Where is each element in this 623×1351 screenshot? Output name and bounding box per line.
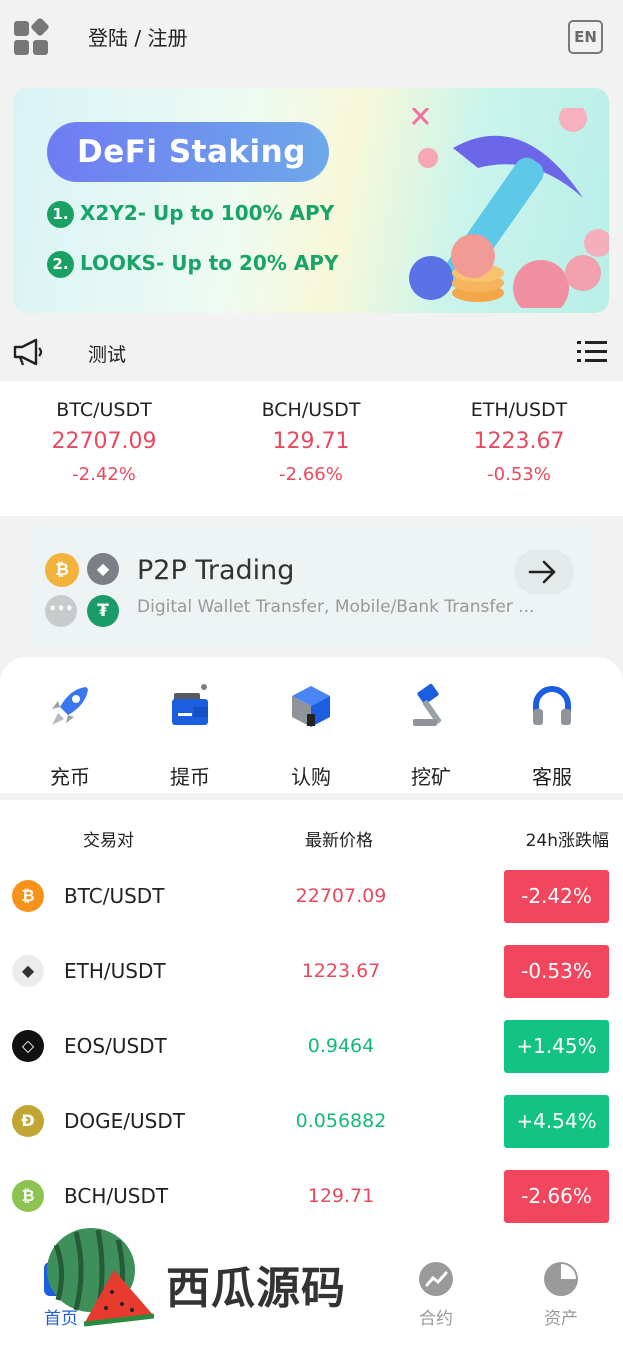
header: 登陆 / 注册 EN	[0, 0, 623, 78]
ticker-change: -2.42%	[72, 464, 136, 485]
row-pair: ETH/USDT	[64, 959, 166, 983]
pickaxe-illustration-icon	[409, 108, 609, 308]
arrow-right-icon[interactable]	[514, 550, 574, 594]
action-label: 认购	[291, 765, 331, 789]
row-price: 0.056882	[295, 1110, 387, 1132]
notice-bar[interactable]: 测试	[0, 323, 623, 381]
watermark-text: 西瓜源码	[166, 1263, 346, 1314]
login-register-link[interactable]: 登陆 / 注册	[88, 22, 187, 51]
bitcoin-coin-icon: ₿	[45, 553, 79, 587]
p2p-title: P2P Trading	[137, 555, 295, 586]
market-row[interactable]: ◇ EOS/USDT 0.9464 +1.45%	[0, 1010, 623, 1085]
headset-icon	[530, 683, 574, 729]
row-price: 129.71	[307, 1185, 375, 1207]
banner-title: DeFi Staking	[47, 122, 329, 182]
ticker-item[interactable]: ETH/USDT 1223.67 -0.53%	[415, 399, 623, 485]
action-mining[interactable]: 挖矿	[369, 683, 493, 790]
action-support[interactable]: 客服	[490, 683, 614, 790]
banner-item-1: 1. X2Y2- Up to 100% APY	[47, 201, 334, 228]
chart-icon	[419, 1262, 453, 1296]
coin-icon: ◇	[12, 1030, 44, 1062]
action-label: 充币	[50, 765, 90, 789]
ticker-change: -2.66%	[279, 464, 343, 485]
row-change-badge[interactable]: +1.45%	[504, 1020, 609, 1073]
quick-actions: 充币 提币 认购 挖矿 客服	[0, 657, 623, 793]
row-price: 0.9464	[307, 1035, 375, 1057]
p2p-subtitle: Digital Wallet Transfer, Mobile/Bank Tra…	[137, 597, 535, 617]
nav-contract[interactable]: 合约	[386, 1262, 486, 1329]
row-change-badge[interactable]: +4.54%	[504, 1095, 609, 1148]
hammer-icon	[409, 683, 453, 729]
action-label: 客服	[532, 765, 572, 789]
ticker-item[interactable]: BCH/USDT 129.71 -2.66%	[207, 399, 415, 485]
ticker-price: 129.71	[272, 429, 350, 454]
watermelon-logo-icon	[47, 1228, 154, 1327]
language-button[interactable]: EN	[568, 20, 603, 54]
action-label: 挖矿	[411, 765, 451, 789]
p2p-trading-card[interactable]: ₿ ◆ ••• ₮ P2P Trading Digital Wallet Tra…	[27, 522, 594, 650]
app-menu-icon[interactable]	[14, 17, 50, 56]
pie-icon	[544, 1262, 578, 1296]
ticker-price: 1223.67	[473, 429, 565, 454]
notice-text: 测试	[88, 344, 127, 366]
row-pair: BTC/USDT	[64, 884, 165, 908]
row-pair: EOS/USDT	[64, 1034, 167, 1058]
header-price: 最新价格	[305, 831, 373, 851]
wallet-icon	[168, 683, 212, 729]
action-withdraw[interactable]: 提币	[128, 683, 252, 790]
tether-coin-icon: ₮	[87, 595, 119, 627]
coin-icon: ◆	[12, 955, 44, 987]
ticker-change: -0.53%	[487, 464, 551, 485]
ticker-price: 22707.09	[51, 429, 157, 454]
market-row[interactable]: ₿ BTC/USDT 22707.09 -2.42%	[0, 860, 623, 935]
action-deposit[interactable]: 充币	[8, 683, 132, 790]
banner-item-2: 2. LOOKS- Up to 20% APY	[47, 251, 338, 278]
nav-label: 资产	[544, 1309, 578, 1329]
ticker-item[interactable]: BTC/USDT 22707.09 -2.42%	[0, 399, 208, 485]
ticker-pair: BCH/USDT	[261, 399, 361, 421]
header-pair: 交易对	[83, 831, 134, 851]
ticker-pair: BTC/USDT	[56, 399, 152, 421]
coin-icon: Ð	[12, 1105, 44, 1137]
promo-banner[interactable]: DeFi Staking 1. X2Y2- Up to 100% APY 2. LO…	[13, 88, 609, 313]
megaphone-icon	[13, 338, 43, 366]
row-pair: BCH/USDT	[64, 1184, 169, 1208]
action-label: 提币	[170, 765, 210, 789]
ticker-pair: ETH/USDT	[470, 399, 568, 421]
nav-label: 合约	[419, 1309, 453, 1329]
nav-assets[interactable]: 资产	[511, 1262, 611, 1329]
ethereum-coin-icon: ◆	[87, 553, 119, 585]
market-row[interactable]: Ð DOGE/USDT 0.056882 +4.54%	[0, 1085, 623, 1160]
header-change: 24h涨跌幅	[525, 831, 609, 851]
cube-icon	[289, 683, 333, 729]
row-change-badge[interactable]: -0.53%	[504, 945, 609, 998]
action-subscribe[interactable]: 认购	[249, 683, 373, 790]
coin-icon: ₿	[12, 1180, 44, 1212]
row-price: 22707.09	[295, 885, 387, 907]
rocket-icon	[48, 683, 92, 729]
row-change-badge[interactable]: -2.42%	[504, 870, 609, 923]
market-row[interactable]: ◆ ETH/USDT 1223.67 -0.53%	[0, 935, 623, 1010]
coin-icon: ₿	[12, 880, 44, 912]
row-price: 1223.67	[301, 960, 381, 982]
row-change-badge[interactable]: -2.66%	[504, 1170, 609, 1223]
ticker-strip: BTC/USDT 22707.09 -2.42% BCH/USDT 129.71…	[0, 381, 623, 516]
list-icon[interactable]	[577, 340, 607, 364]
row-pair: DOGE/USDT	[64, 1109, 185, 1133]
more-coin-icon: •••	[45, 595, 77, 627]
